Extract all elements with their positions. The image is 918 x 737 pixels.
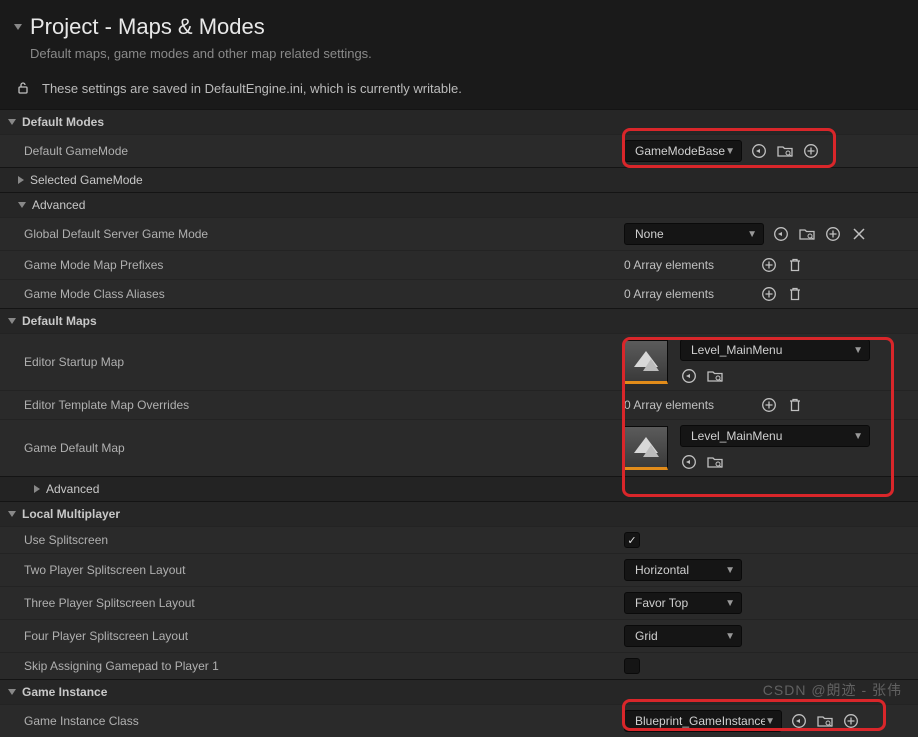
label-game-default-map: Game Default Map bbox=[24, 441, 624, 455]
array-count: 0 Array elements bbox=[624, 258, 752, 272]
section-default-maps[interactable]: Default Maps bbox=[0, 308, 918, 333]
dropdown-game-default-map[interactable]: Level_MainMenu▼ bbox=[680, 425, 870, 447]
asset-thumbnail[interactable] bbox=[624, 340, 668, 384]
saved-text: These settings are saved in DefaultEngin… bbox=[42, 81, 462, 96]
label-map-prefixes: Game Mode Map Prefixes bbox=[24, 258, 624, 272]
dropdown-default-gamemode[interactable]: GameModeBase▼ bbox=[624, 140, 742, 162]
browse-icon[interactable] bbox=[776, 142, 794, 160]
label-use-splitscreen: Use Splitscreen bbox=[24, 533, 624, 547]
add-icon[interactable] bbox=[760, 256, 778, 274]
add-icon[interactable] bbox=[802, 142, 820, 160]
page-subtitle: Default maps, game modes and other map r… bbox=[30, 46, 904, 61]
clear-icon[interactable] bbox=[850, 225, 868, 243]
reset-icon[interactable] bbox=[790, 712, 808, 730]
reset-icon[interactable] bbox=[772, 225, 790, 243]
unlock-icon bbox=[14, 79, 32, 97]
label-three-player: Three Player Splitscreen Layout bbox=[24, 596, 624, 610]
trash-icon[interactable] bbox=[786, 256, 804, 274]
array-count: 0 Array elements bbox=[624, 398, 752, 412]
label-skip-gamepad: Skip Assigning Gamepad to Player 1 bbox=[24, 659, 624, 673]
label-instance-class: Game Instance Class bbox=[24, 714, 624, 728]
use-icon[interactable] bbox=[680, 367, 698, 385]
label-default-gamemode: Default GameMode bbox=[24, 144, 624, 158]
collapse-icon[interactable] bbox=[14, 24, 22, 30]
dropdown-editor-startup[interactable]: Level_MainMenu▼ bbox=[680, 339, 870, 361]
section-game-instance[interactable]: Game Instance bbox=[0, 679, 918, 704]
add-icon[interactable] bbox=[760, 396, 778, 414]
label-four-player: Four Player Splitscreen Layout bbox=[24, 629, 624, 643]
checkbox-skip-gamepad[interactable] bbox=[624, 658, 640, 674]
asset-thumbnail[interactable] bbox=[624, 426, 668, 470]
trash-icon[interactable] bbox=[786, 396, 804, 414]
browse-icon[interactable] bbox=[816, 712, 834, 730]
label-editor-startup: Editor Startup Map bbox=[24, 355, 624, 369]
browse-icon[interactable] bbox=[706, 367, 724, 385]
trash-icon[interactable] bbox=[786, 285, 804, 303]
label-two-player: Two Player Splitscreen Layout bbox=[24, 563, 624, 577]
dropdown-four-player[interactable]: Grid▼ bbox=[624, 625, 742, 647]
add-icon[interactable] bbox=[760, 285, 778, 303]
chevron-down-icon: ▼ bbox=[725, 146, 735, 157]
browse-icon[interactable] bbox=[706, 453, 724, 471]
dropdown-global-server[interactable]: None▼ bbox=[624, 223, 764, 245]
section-selected-gamemode[interactable]: Selected GameMode bbox=[0, 167, 918, 192]
page-title: Project - Maps & Modes bbox=[30, 14, 265, 40]
dropdown-three-player[interactable]: Favor Top▼ bbox=[624, 592, 742, 614]
add-icon[interactable] bbox=[842, 712, 860, 730]
reset-icon[interactable] bbox=[750, 142, 768, 160]
section-advanced[interactable]: Advanced bbox=[0, 192, 918, 217]
label-template-overrides: Editor Template Map Overrides bbox=[24, 398, 624, 412]
label-global-server: Global Default Server Game Mode bbox=[24, 227, 624, 241]
section-advanced-maps[interactable]: Advanced bbox=[0, 476, 918, 501]
section-default-modes[interactable]: Default Modes bbox=[0, 109, 918, 134]
use-icon[interactable] bbox=[680, 453, 698, 471]
section-local-multiplayer[interactable]: Local Multiplayer bbox=[0, 501, 918, 526]
browse-icon[interactable] bbox=[798, 225, 816, 243]
dropdown-instance-class[interactable]: Blueprint_GameInstance▼ bbox=[624, 710, 782, 732]
array-count: 0 Array elements bbox=[624, 287, 752, 301]
dropdown-two-player[interactable]: Horizontal▼ bbox=[624, 559, 742, 581]
add-icon[interactable] bbox=[824, 225, 842, 243]
label-class-aliases: Game Mode Class Aliases bbox=[24, 287, 624, 301]
checkbox-use-splitscreen[interactable]: ✓ bbox=[624, 532, 640, 548]
